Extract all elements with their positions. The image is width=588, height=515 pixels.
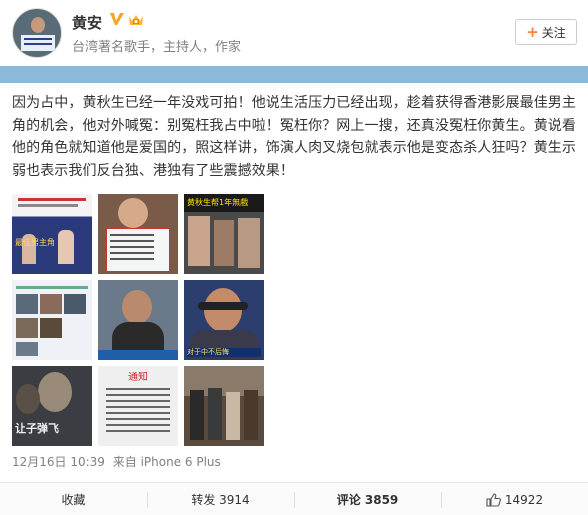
post-time[interactable]: 12月16日 10:39 (12, 455, 105, 469)
plus-icon: + (526, 22, 539, 41)
post-source[interactable]: 来自 iPhone 6 Plus (113, 455, 221, 469)
comment-button[interactable]: 评论 3859 (294, 483, 441, 515)
photo-8[interactable]: 通知 (98, 366, 178, 446)
vip-crown-icon[interactable] (128, 12, 144, 27)
post-header: 黄安 台湾著名歌手，主持人，作家 + 关注 (0, 0, 588, 66)
avatar-sign (21, 35, 55, 51)
favorite-button[interactable]: 收藏 (0, 483, 147, 515)
photo-5[interactable] (98, 280, 178, 360)
photo-1-caption: 最佳男主角 (15, 238, 55, 247)
photo-4[interactable] (12, 280, 92, 360)
favorite-label: 收藏 (61, 493, 86, 507)
photo-6[interactable]: 对于中不后悔 (184, 280, 264, 360)
action-bar: 收藏 转发 3914 评论 3859 14922 (0, 482, 588, 515)
thumbs-up-icon (486, 492, 501, 507)
follow-label: 关注 (541, 25, 566, 40)
verified-v-icon[interactable] (109, 11, 125, 27)
repost-label: 转发 3914 (191, 493, 250, 507)
avatar-face (31, 17, 45, 33)
like-count: 14922 (504, 492, 544, 507)
photo-9[interactable] (184, 366, 264, 446)
photo-2[interactable] (98, 194, 178, 274)
photo-7-caption: 让子弹飞 (15, 422, 59, 435)
like-button[interactable]: 14922 (441, 483, 588, 515)
user-bio: 台湾著名歌手，主持人，作家 (72, 40, 242, 55)
photo-1[interactable]: 最佳男主角 (12, 194, 92, 274)
photo-3[interactable]: 黄秋生帮1年無戲 (184, 194, 264, 274)
photo-8-caption: 通知 (128, 372, 148, 383)
avatar[interactable] (12, 8, 62, 58)
photo-7[interactable]: 让子弹飞 (12, 366, 92, 446)
photo-6-caption: 对于中不后悔 (187, 348, 261, 357)
post-text: 因为占中，黄秋生已经一年没戏可拍！他说生活压力已经出现，趁着获得香港影展最佳男主… (12, 95, 576, 179)
cover-banner (0, 66, 588, 88)
post-meta: 12月16日 10:39 来自 iPhone 6 Plus (12, 453, 221, 470)
repost-button[interactable]: 转发 3914 (147, 483, 294, 515)
follow-button[interactable]: + 关注 (515, 19, 577, 45)
user-name[interactable]: 黄安 (72, 12, 102, 33)
photo-3-caption: 黄秋生帮1年無戲 (187, 198, 249, 207)
comment-label: 评论 3859 (336, 493, 399, 507)
